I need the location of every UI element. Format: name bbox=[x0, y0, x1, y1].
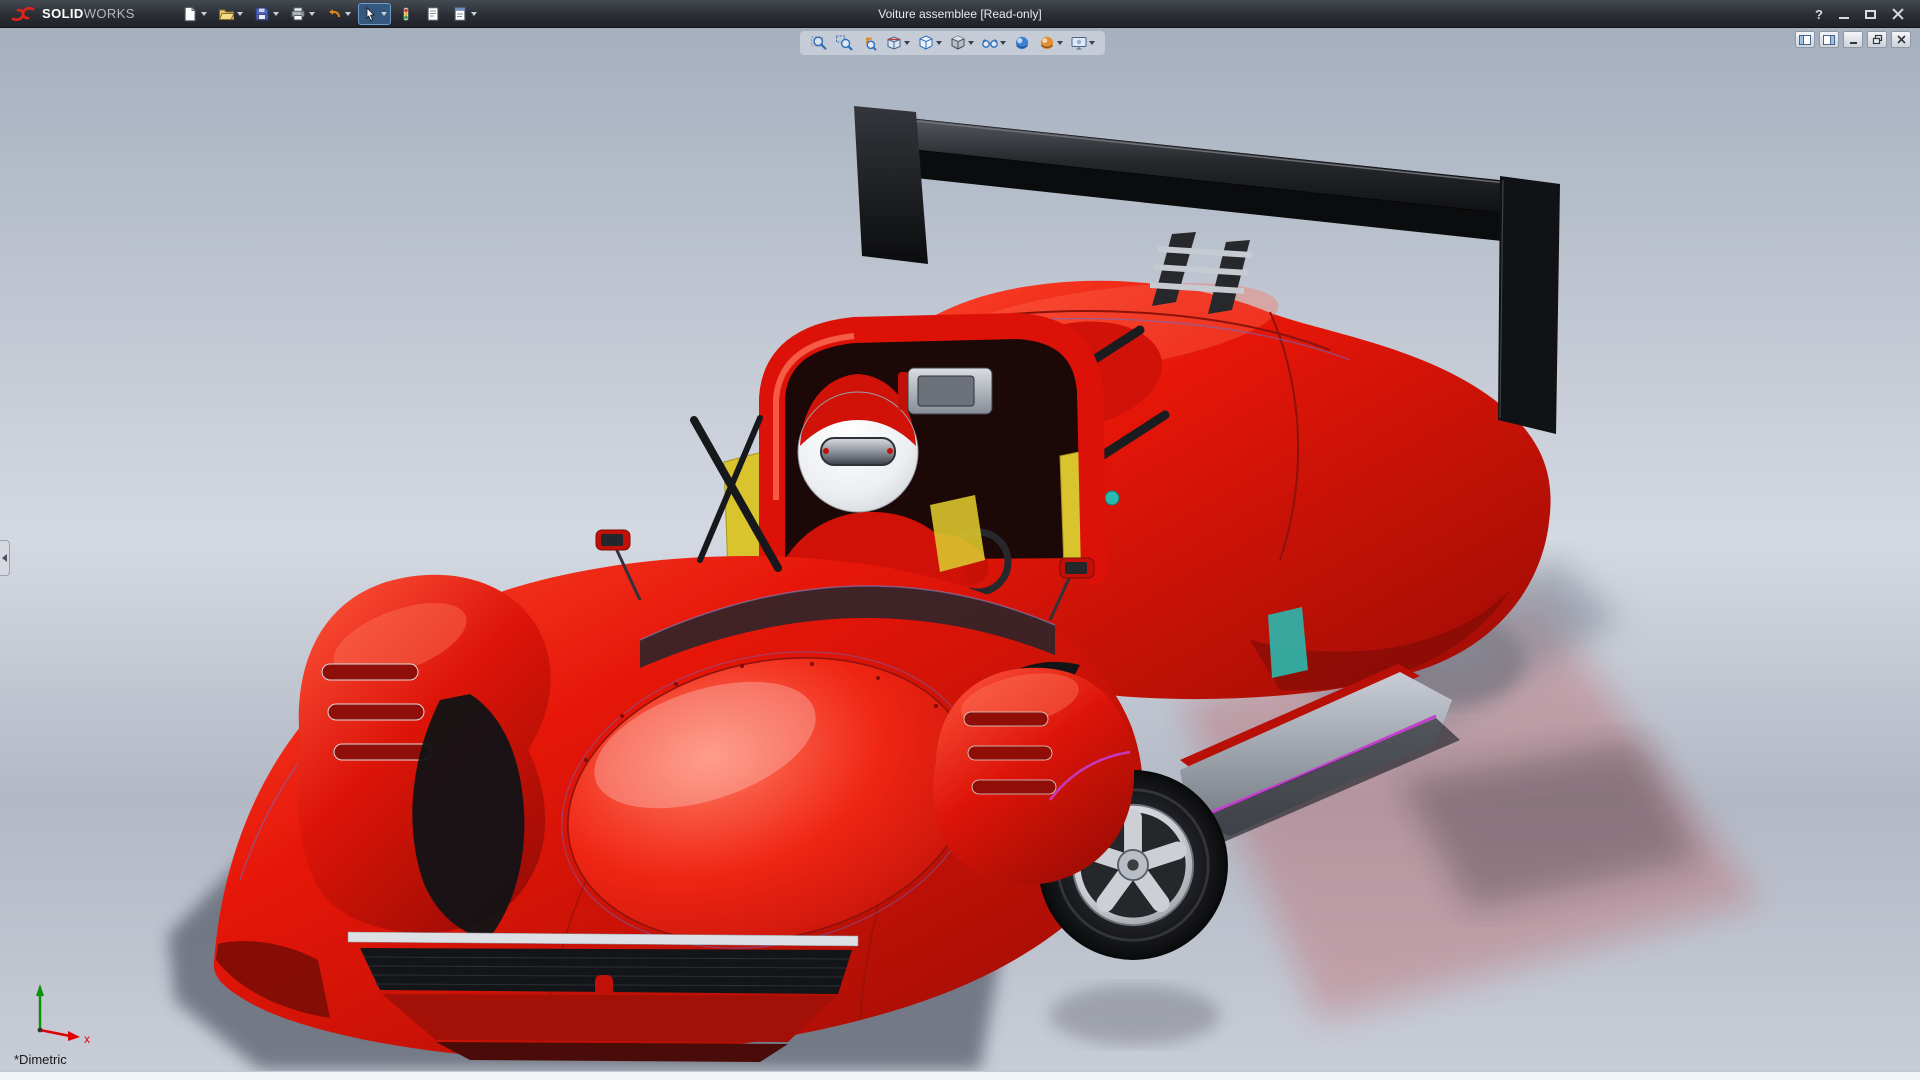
close-document-button[interactable] bbox=[1891, 31, 1911, 48]
fender-vents-right bbox=[963, 711, 1057, 795]
dropdown-caret bbox=[1089, 41, 1095, 45]
zoom-to-area-icon bbox=[836, 35, 853, 51]
edit-appearance-button[interactable] bbox=[1011, 33, 1033, 53]
new-document-button[interactable] bbox=[178, 3, 211, 25]
wing-endplate-right[interactable] bbox=[1498, 176, 1560, 434]
rear-view-mirror[interactable] bbox=[898, 367, 993, 415]
dropdown-caret bbox=[936, 41, 942, 45]
heads-up-toolbar bbox=[800, 31, 1105, 55]
window-title: Voiture assemblee [Read-only] bbox=[878, 6, 1042, 21]
minimize-document-icon bbox=[1849, 42, 1857, 44]
dropdown-caret bbox=[471, 12, 477, 16]
file-properties-icon bbox=[427, 7, 439, 21]
dropdown-caret bbox=[1000, 41, 1006, 45]
side-window[interactable] bbox=[1268, 607, 1308, 678]
feature-pane-splitter-handle[interactable] bbox=[0, 540, 10, 576]
select-button[interactable] bbox=[358, 3, 391, 25]
restore-document-icon bbox=[1872, 34, 1882, 45]
save-icon bbox=[255, 7, 269, 21]
edit-appearance-sphere-icon bbox=[1015, 36, 1029, 50]
apply-scene-sphere-icon bbox=[1040, 36, 1054, 50]
fender-vents-left bbox=[321, 663, 431, 761]
close-button[interactable] bbox=[1892, 8, 1904, 20]
view-settings-icon bbox=[1071, 37, 1087, 50]
open-folder-icon bbox=[218, 9, 234, 20]
zoom-to-fit-button[interactable] bbox=[808, 33, 830, 53]
options-sheet-button[interactable] bbox=[448, 3, 481, 25]
solidworks-logo-icon bbox=[11, 6, 35, 21]
window-controls: ? bbox=[1815, 0, 1920, 28]
file-properties-button[interactable] bbox=[421, 3, 445, 25]
hide-show-glasses-icon bbox=[982, 38, 998, 48]
triad-x-label: x bbox=[84, 1032, 90, 1046]
status-bar bbox=[0, 1071, 1920, 1080]
dropdown-caret bbox=[309, 12, 315, 16]
print-button[interactable] bbox=[286, 3, 319, 25]
display-pane-right-button[interactable] bbox=[1819, 31, 1839, 48]
view-orientation-cube-icon bbox=[919, 35, 933, 50]
display-pane-left-button[interactable] bbox=[1795, 31, 1815, 48]
front-right-fender[interactable] bbox=[933, 664, 1135, 885]
cockpit-teal-detail bbox=[1104, 490, 1120, 506]
dropdown-caret bbox=[1057, 41, 1063, 45]
app-logo: SOLIDWORKS bbox=[0, 5, 145, 23]
document-window-controls bbox=[1795, 31, 1911, 48]
view-orientation-label: *Dimetric bbox=[14, 1052, 67, 1067]
splitter-arrow-icon bbox=[2, 554, 7, 562]
help-button[interactable]: ? bbox=[1815, 7, 1823, 22]
section-view-button[interactable] bbox=[883, 33, 912, 53]
view-settings-button[interactable] bbox=[1068, 33, 1097, 53]
dropdown-caret bbox=[237, 12, 243, 16]
save-button[interactable] bbox=[250, 3, 283, 25]
dropdown-caret bbox=[201, 12, 207, 16]
zoom-to-fit-icon bbox=[811, 36, 827, 50]
previous-view-button[interactable] bbox=[858, 33, 880, 53]
display-pane-right-icon bbox=[1823, 34, 1835, 45]
rebuild-button[interactable] bbox=[394, 3, 418, 25]
undo-icon bbox=[329, 9, 340, 18]
open-document-button[interactable] bbox=[214, 3, 247, 25]
dropdown-caret bbox=[904, 41, 910, 45]
wing-endplate-left[interactable] bbox=[854, 106, 928, 264]
close-document-icon bbox=[1896, 35, 1906, 44]
dropdown-caret bbox=[273, 12, 279, 16]
dropdown-caret bbox=[968, 41, 974, 45]
minimize-button[interactable] bbox=[1839, 16, 1849, 19]
section-view-icon bbox=[887, 36, 901, 50]
new-document-icon bbox=[184, 7, 196, 22]
brand-text: SOLIDWORKS bbox=[42, 6, 135, 21]
maximize-button[interactable] bbox=[1865, 9, 1876, 19]
dropdown-caret bbox=[345, 12, 351, 16]
display-style-button[interactable] bbox=[947, 33, 976, 53]
display-style-icon bbox=[951, 35, 965, 50]
zoom-to-area-button[interactable] bbox=[833, 33, 855, 53]
hide-show-items-button[interactable] bbox=[979, 33, 1008, 53]
select-cursor-icon bbox=[366, 6, 375, 22]
view-orientation-button[interactable] bbox=[915, 33, 944, 53]
rebuild-traffic-light-icon bbox=[403, 7, 409, 21]
restore-document-button[interactable] bbox=[1867, 31, 1887, 48]
undo-button[interactable] bbox=[322, 3, 355, 25]
options-sheet-icon bbox=[454, 7, 466, 21]
minimize-document-button[interactable] bbox=[1843, 31, 1863, 48]
previous-view-icon bbox=[865, 36, 877, 51]
print-icon bbox=[291, 7, 305, 21]
main-toolbar bbox=[178, 0, 481, 28]
dropdown-caret bbox=[381, 12, 387, 16]
title-bar: SOLIDWORKS Voiture assemblee [Read-only]… bbox=[0, 0, 1920, 28]
viewport-canvas[interactable]: x bbox=[0, 0, 1920, 1080]
helmet-visor bbox=[820, 437, 896, 466]
apply-scene-button[interactable] bbox=[1036, 33, 1065, 53]
display-pane-left-icon bbox=[1799, 34, 1811, 45]
